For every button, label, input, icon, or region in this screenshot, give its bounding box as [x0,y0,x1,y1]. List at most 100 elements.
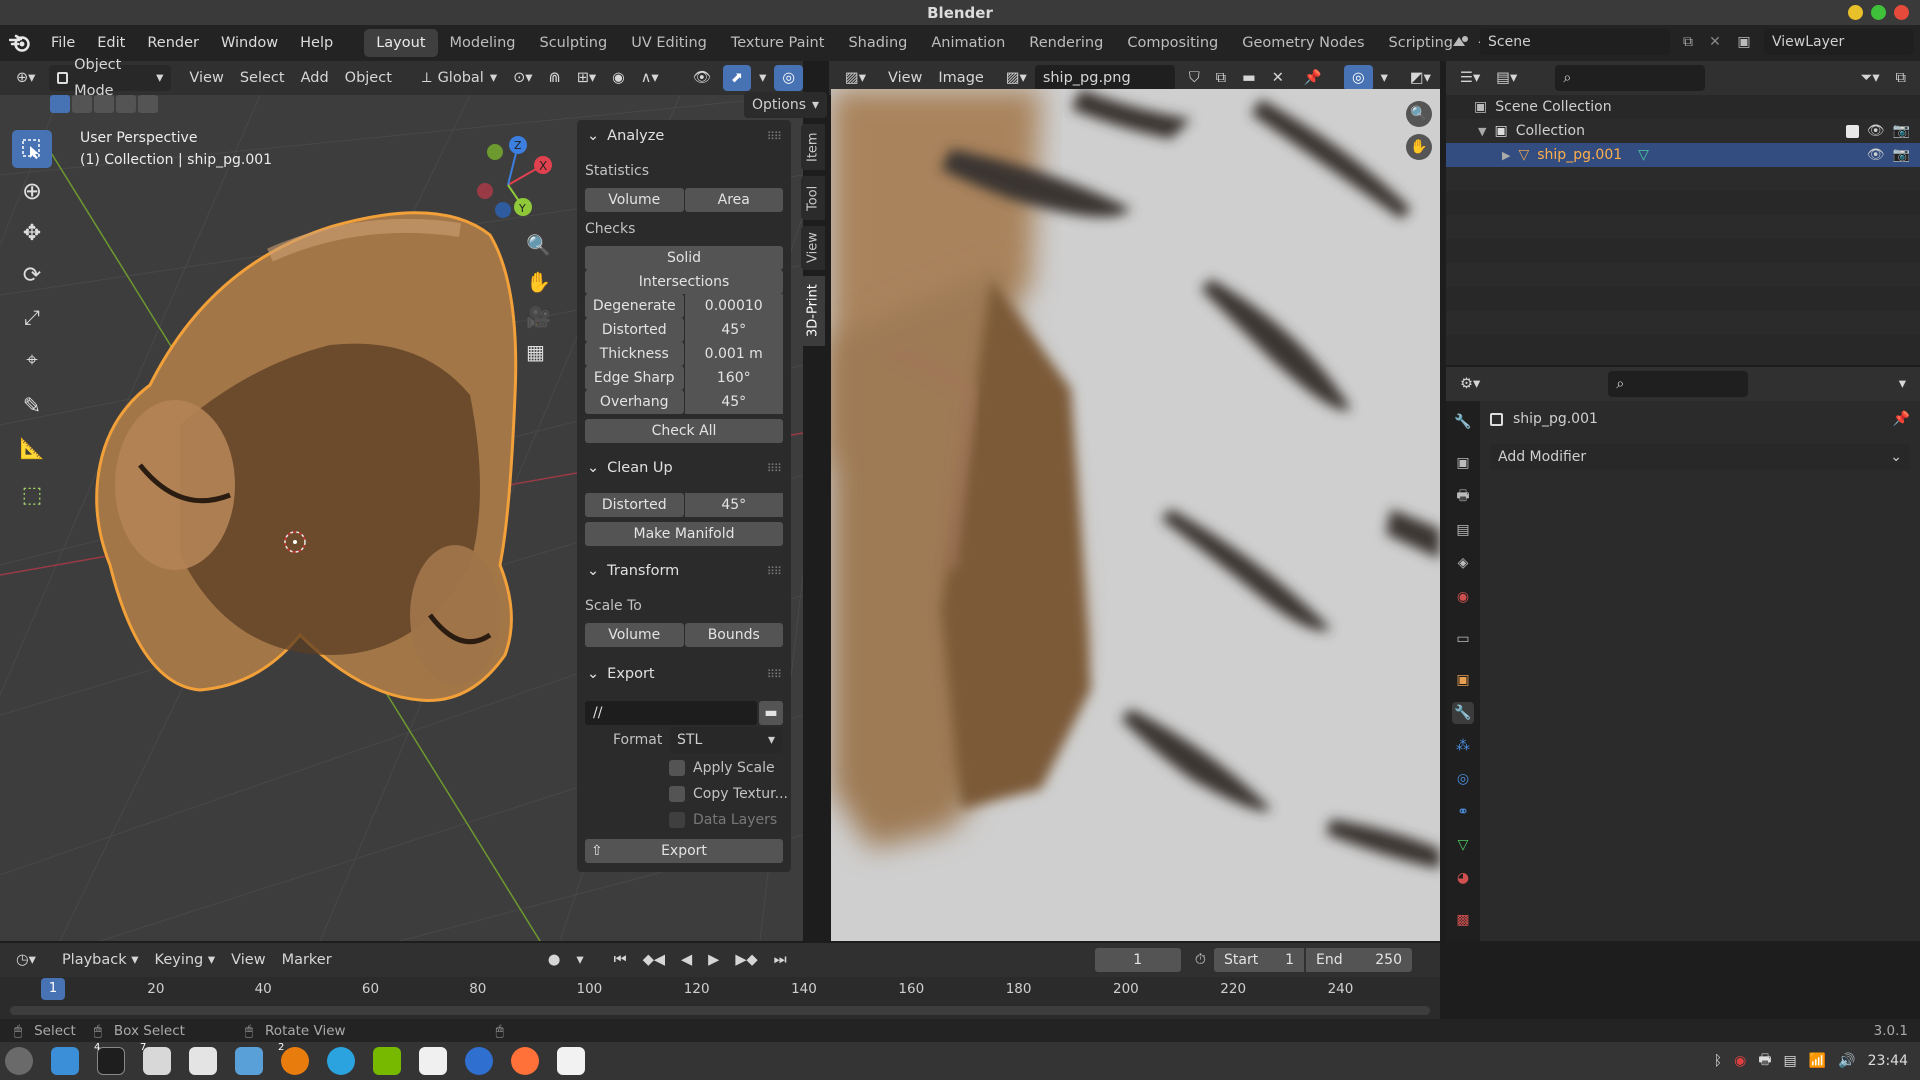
image-name-field[interactable]: ship_pg.png [1034,65,1175,91]
bluetooth-app-icon[interactable] [460,1042,498,1080]
clock[interactable]: 23:44 [1868,1053,1908,1069]
solid-check-button[interactable]: Solid [585,246,783,270]
thickness-check-button[interactable]: Thickness [585,342,684,366]
export-section-header[interactable]: ⌄ Export ⠿⠿ [577,666,791,682]
editor-type-icon[interactable]: ⊕▾ [8,65,43,91]
drag-handle-icon[interactable]: ⠿⠿ [767,668,782,681]
camera-view-icon[interactable]: 🎥 [526,305,551,329]
scene-icon[interactable] [1446,34,1474,50]
outliner-display-mode-icon[interactable]: ▤▾ [1488,65,1525,91]
menu-add[interactable]: Add [293,65,337,91]
degenerate-value-field[interactable]: 0.00010 [684,294,783,318]
select-extend-icon[interactable] [72,95,92,113]
export-button[interactable]: ⇧ Export [585,839,783,863]
close-button[interactable] [1894,5,1909,20]
export-path-field[interactable]: // [585,701,757,725]
start-frame-field[interactable]: Start 1 [1214,948,1304,972]
unlink-image-icon[interactable]: ✕ [1264,65,1292,91]
transform-tool-button[interactable]: ⌖ [12,340,52,378]
new-image-icon[interactable]: ⧉ [1208,65,1234,91]
visibility-icon[interactable]: 👁▾ [685,65,723,112]
menu-help[interactable]: Help [289,25,344,61]
apply-scale-option[interactable]: Apply Scale [669,760,775,776]
menu-window[interactable]: Window [210,25,289,61]
image-overlay-dropdown-icon[interactable]: ▾ [1373,65,1396,91]
document-viewer-icon[interactable] [414,1042,452,1080]
outliner-editor-type-icon[interactable]: ☰▾ [1452,65,1488,91]
image-pan-hand-icon[interactable]: ✋ [1406,134,1432,160]
navigation-gizmo[interactable]: X Z Y [455,135,565,225]
prev-keyframe-icon[interactable]: ◆◀ [635,947,673,973]
image-canvas[interactable]: 🔍 ✋ [831,89,1440,941]
next-keyframe-icon[interactable]: ▶◆ [727,947,765,973]
select-subtract-icon[interactable] [94,95,114,113]
image-menu-image[interactable]: Image [930,65,991,91]
make-manifold-button[interactable]: Make Manifold [585,522,783,546]
outliner-row-collection[interactable]: ▼ ▣ Collection 👁 📷 [1446,119,1920,143]
overlay-toggle-icon[interactable]: ◎ [774,65,803,91]
volume-stat-button[interactable]: Volume [585,188,684,212]
current-frame-field[interactable]: 1 [1094,948,1181,972]
tab-rendering[interactable]: Rendering [1017,29,1115,57]
timeline-scrollbar[interactable] [10,1006,1430,1015]
display-channels-icon[interactable]: ◩▾ [1402,65,1439,91]
select-invert-icon[interactable] [116,95,136,113]
blender-app-icon[interactable]: 2 [276,1042,314,1080]
intersections-check-button[interactable]: Intersections [585,270,783,294]
material-icon[interactable]: ◕ [1452,867,1474,889]
snap-target-icon[interactable]: ⊞▾ [569,65,604,91]
select-intersect-icon[interactable] [138,95,158,113]
overhang-check-button[interactable]: Overhang [585,390,684,414]
keying-menu[interactable]: Keying ▾ [147,947,224,973]
data-layers-option[interactable]: Data Layers [669,812,777,828]
tab-layout[interactable]: Layout [364,29,438,57]
sidebar-tab-3d-print[interactable]: 3D-Print [801,276,825,346]
playback-menu[interactable]: Playback ▾ [54,947,147,973]
nvidia-app-icon[interactable] [368,1042,406,1080]
tab-geometry-nodes[interactable]: Geometry Nodes [1230,29,1376,57]
play-icon[interactable]: ▶ [700,947,727,973]
scale-tool-button[interactable]: ⤢ [12,298,52,336]
zoom-view-icon[interactable]: 🔍 [526,233,551,257]
menu-view[interactable]: View [181,65,231,91]
settings-app-icon[interactable] [184,1042,222,1080]
image-overlay-toggle-icon[interactable]: ◎ [1343,65,1373,91]
app-menu-icon[interactable] [0,1042,38,1080]
drag-handle-icon[interactable]: ⠿⠿ [767,130,782,143]
viewlayer-selector[interactable]: ViewLayer [1764,29,1914,55]
options-dropdown[interactable]: Options ▾ [744,92,828,118]
camera-render-icon[interactable]: 📷 [1893,123,1910,139]
image-menu-view[interactable]: View [880,65,930,91]
perspective-grid-icon[interactable]: ▦ [526,340,545,364]
tab-animation[interactable]: Animation [919,29,1017,57]
check-all-button[interactable]: Check All [585,419,783,443]
orientation-dropdown[interactable]: ⟂ Global ▾ [414,65,505,91]
format-dropdown[interactable]: STL ▾ [669,727,783,753]
area-stat-button[interactable]: Area [684,188,783,212]
expand-arrow-icon[interactable]: ▶ [1502,149,1510,162]
blender-logo-icon[interactable] [0,25,40,61]
cleanup-distorted-value-field[interactable]: 45° [684,493,783,517]
copy-textures-option[interactable]: Copy Textur... [669,786,788,802]
maximize-button[interactable] [1871,5,1886,20]
mail-app-icon[interactable] [230,1042,268,1080]
scale-to-bounds-button[interactable]: Bounds [684,623,783,647]
image-zoom-icon[interactable]: 🔍 [1406,101,1432,127]
measure-tool-button[interactable]: 📐 [12,429,52,467]
cursor-tool-button[interactable]: ⊕ [12,172,52,210]
jump-end-icon[interactable]: ⏭ [766,947,795,973]
move-tool-button[interactable]: ✥ [12,214,52,252]
distorted-value-field[interactable]: 45° [684,318,783,342]
scene-properties-icon[interactable]: ◈ [1452,552,1474,574]
output-icon[interactable]: 🖶 [1452,486,1474,508]
sidebar-tab-tool[interactable]: Tool [801,176,825,220]
telegram-app-icon[interactable] [322,1042,360,1080]
sidebar-tab-item[interactable]: Item [801,124,825,170]
texture-checker-icon[interactable]: ▩ [1452,909,1474,931]
data-layers-checkbox[interactable] [669,812,685,828]
thickness-value-field[interactable]: 0.001 m [684,342,783,366]
browse-folder-icon[interactable]: ▬ [759,701,783,725]
open-image-folder-icon[interactable]: ▬ [1234,65,1264,91]
terminal-app-icon[interactable]: 4 [92,1042,130,1080]
image-editor-type-icon[interactable]: ▨▾ [837,65,874,91]
